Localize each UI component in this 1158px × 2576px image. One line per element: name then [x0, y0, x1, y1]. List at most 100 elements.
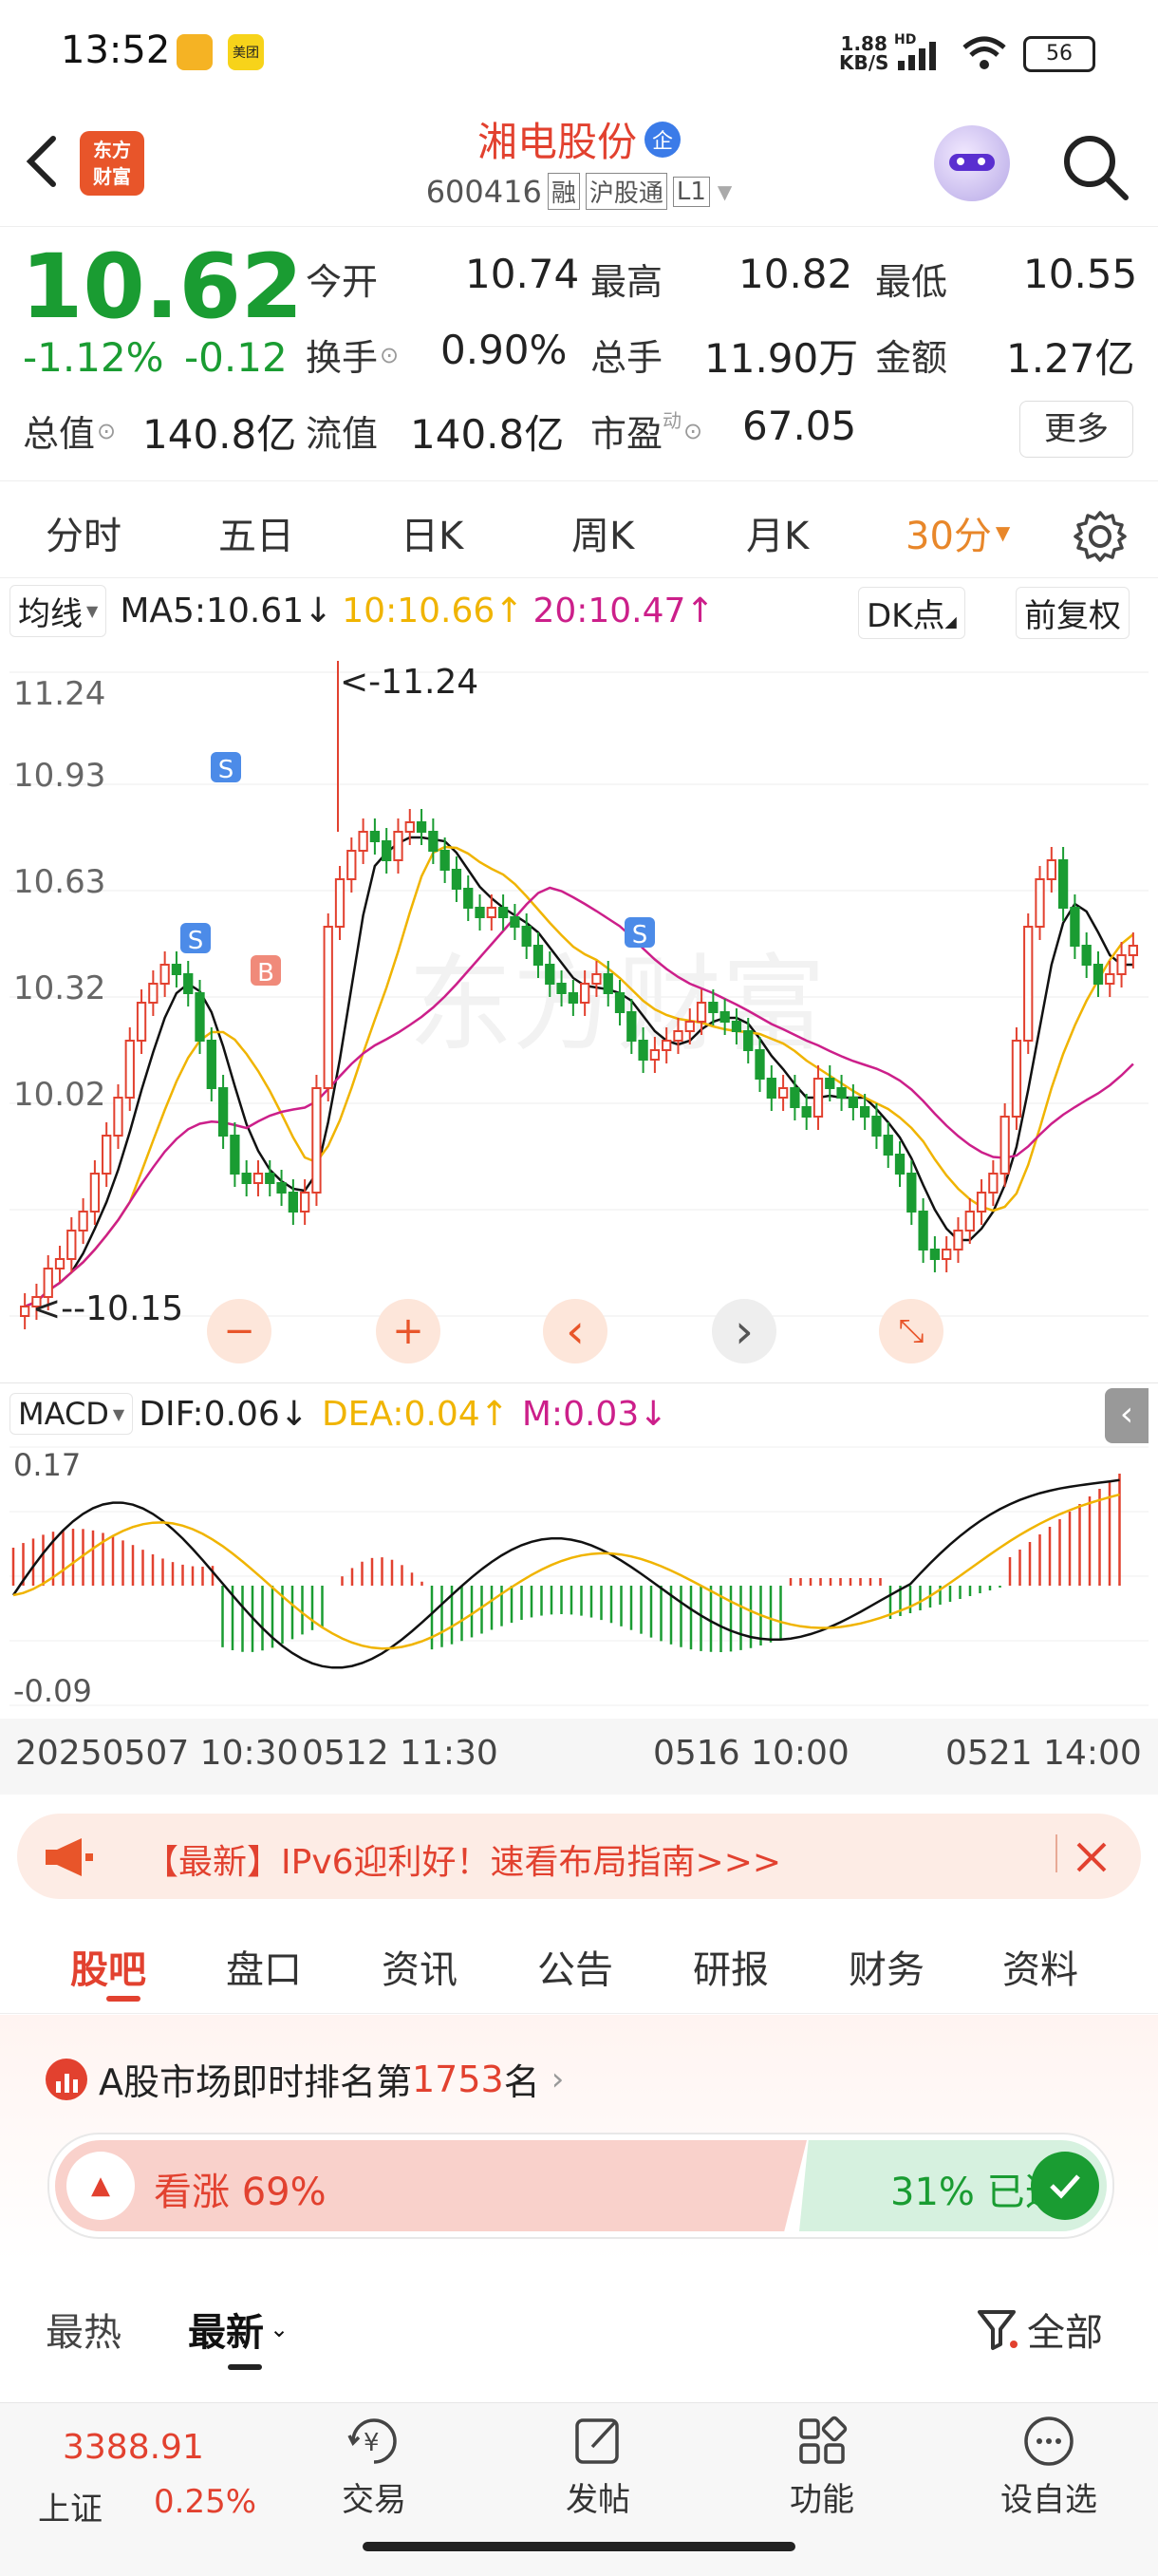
candle-body: [825, 1078, 835, 1089]
close-icon[interactable]: [1073, 1838, 1111, 1876]
dk-point-button[interactable]: DK点◢: [858, 587, 965, 639]
candle-body: [78, 1211, 88, 1232]
ranking-row[interactable]: A股市场即时排名第 1753 名 ›: [46, 2053, 564, 2105]
search-icon[interactable]: [1059, 131, 1131, 203]
trade-icon: ¥: [347, 2418, 397, 2464]
candle-body: [790, 1087, 800, 1108]
market-cap-label[interactable]: 总值 ⊙: [23, 404, 116, 457]
candle-body: [755, 1049, 765, 1080]
tab-news[interactable]: 资讯: [382, 1939, 458, 1994]
tab-profile[interactable]: 资料: [1002, 1939, 1078, 1994]
app-notification-icon: [177, 34, 213, 70]
x-label-1: 20250507 10:30: [15, 1734, 299, 1773]
index-value[interactable]: 3388.91: [63, 2428, 204, 2467]
candle-body: [369, 831, 381, 842]
arrow-up-icon: ▲: [66, 2152, 135, 2220]
dif-line: [11, 1478, 1120, 1669]
tab-30min[interactable]: 30分 ▼: [906, 505, 1010, 560]
filter-button[interactable]: 全部: [976, 2302, 1103, 2357]
kline-chart[interactable]: 东方财富 11.2410.9310.6310.3210.02 <-11.24 <…: [9, 642, 1149, 1382]
ma-selector[interactable]: 均线 ▼: [9, 584, 107, 637]
period-tabs: 分时 五日 日K 周K 月K 30分 ▼: [0, 482, 1158, 577]
turnover-label[interactable]: 换手 ⊙: [306, 329, 399, 381]
candle-body: [743, 1030, 754, 1051]
scroll-left-button[interactable]: ‹: [543, 1299, 607, 1363]
tab-announcements[interactable]: 公告: [537, 1939, 613, 1994]
bullish-vote-button[interactable]: ▲ 看涨 69%: [55, 2140, 807, 2231]
turnover-value: 0.90%: [440, 327, 568, 373]
dea-line: [12, 1493, 1120, 1650]
tab-weekly-k[interactable]: 周K: [571, 505, 634, 560]
tab-intraday[interactable]: 分时: [46, 505, 121, 560]
index-change[interactable]: 0.25%: [154, 2483, 256, 2521]
candle-body: [883, 1135, 893, 1156]
divider: [0, 1382, 1158, 1383]
m-value: M:0.03: [521, 1394, 640, 1434]
zoom-in-button[interactable]: +: [376, 1299, 440, 1363]
candle-body: [311, 1087, 322, 1194]
more-button[interactable]: 更多: [1019, 401, 1133, 458]
nav-add-watchlist[interactable]: 设自选: [987, 2413, 1111, 2520]
candle-body: [556, 983, 567, 994]
candle-body: [731, 1021, 742, 1032]
info-icon: ⊙: [380, 341, 400, 368]
float-cap-label: 流值: [306, 413, 379, 455]
candle-body: [382, 840, 392, 861]
dropdown-icon[interactable]: ▼: [718, 180, 732, 203]
bearish-vote-button[interactable]: 31% 已选: [799, 2140, 1107, 2231]
collapse-panel-button[interactable]: ‹: [1105, 1388, 1149, 1443]
candle-body: [252, 1173, 264, 1184]
candle-body: [323, 926, 333, 1089]
scroll-right-button[interactable]: ›: [712, 1299, 776, 1363]
tab-order-book[interactable]: 盘口: [226, 1939, 302, 1994]
zoom-out-button[interactable]: −: [207, 1299, 271, 1363]
candle-body: [591, 973, 602, 985]
candle-body: [848, 1097, 858, 1108]
macd-chart[interactable]: 0.17 -0.09: [9, 1443, 1149, 1719]
robot-assistant-icon[interactable]: [934, 125, 1010, 201]
candle-body: [673, 1030, 683, 1042]
nav-post[interactable]: 发帖: [551, 2413, 645, 2520]
fullscreen-icon[interactable]: ⤡: [879, 1299, 943, 1363]
shanghai-connect-tag: 沪股通: [585, 173, 667, 210]
y-tick-label: 10.02: [13, 1076, 105, 1114]
pe-label[interactable]: 市盈动 ⊙: [590, 404, 702, 457]
promo-banner[interactable]: 【最新】IPv6迎利好！速看布局指南>>>: [17, 1814, 1141, 1899]
macd-selector[interactable]: MACD ▼: [9, 1393, 134, 1435]
candle-body: [568, 992, 578, 1004]
candle-body: [942, 1249, 952, 1260]
index-name[interactable]: 上证: [38, 2483, 103, 2529]
settings-gear-icon[interactable]: [1073, 509, 1128, 564]
candle-body: [124, 1040, 135, 1099]
candle-body: [545, 964, 555, 985]
feed-tabs: 最热 最新 ⌄ 全部: [0, 2279, 1158, 2374]
macd-lines: [11, 1478, 1120, 1669]
vote-bar: ▲ 看涨 69% 31% 已选: [47, 2133, 1114, 2239]
tab-monthly-k[interactable]: 月K: [746, 505, 809, 560]
candle-body: [976, 1192, 987, 1213]
candle-body: [1011, 1040, 1022, 1118]
tab-forum[interactable]: 股吧: [70, 1939, 146, 1994]
candle-body: [999, 1116, 1010, 1175]
y-tick-label: 11.24: [13, 675, 105, 713]
tab-research[interactable]: 研报: [693, 1939, 769, 1994]
tab-financials[interactable]: 财务: [849, 1939, 925, 1994]
candle-body: [463, 888, 474, 909]
ma20-value: 20:10.47: [532, 591, 686, 630]
candle-body: [532, 945, 544, 966]
amount-value: 1.27亿: [1006, 335, 1135, 382]
tab-five-day[interactable]: 五日: [218, 505, 294, 560]
candle-body: [521, 926, 532, 947]
nav-trade[interactable]: ¥ 交易: [327, 2413, 421, 2520]
status-time: 13:52: [61, 28, 171, 72]
tab-hottest[interactable]: 最热: [46, 2302, 121, 2357]
tab-latest[interactable]: 最新 ⌄: [188, 2302, 289, 2357]
tab-daily-k[interactable]: 日K: [401, 505, 463, 560]
signal-marker: S: [625, 917, 655, 950]
dif-value: DIF:0.06: [139, 1394, 280, 1434]
adjust-price-button[interactable]: 前复权: [1016, 587, 1130, 639]
nav-functions[interactable]: 功能: [775, 2413, 869, 2520]
signal-marker: S: [180, 923, 211, 955]
candle-body: [288, 1192, 299, 1213]
signal-label: S: [218, 756, 234, 784]
